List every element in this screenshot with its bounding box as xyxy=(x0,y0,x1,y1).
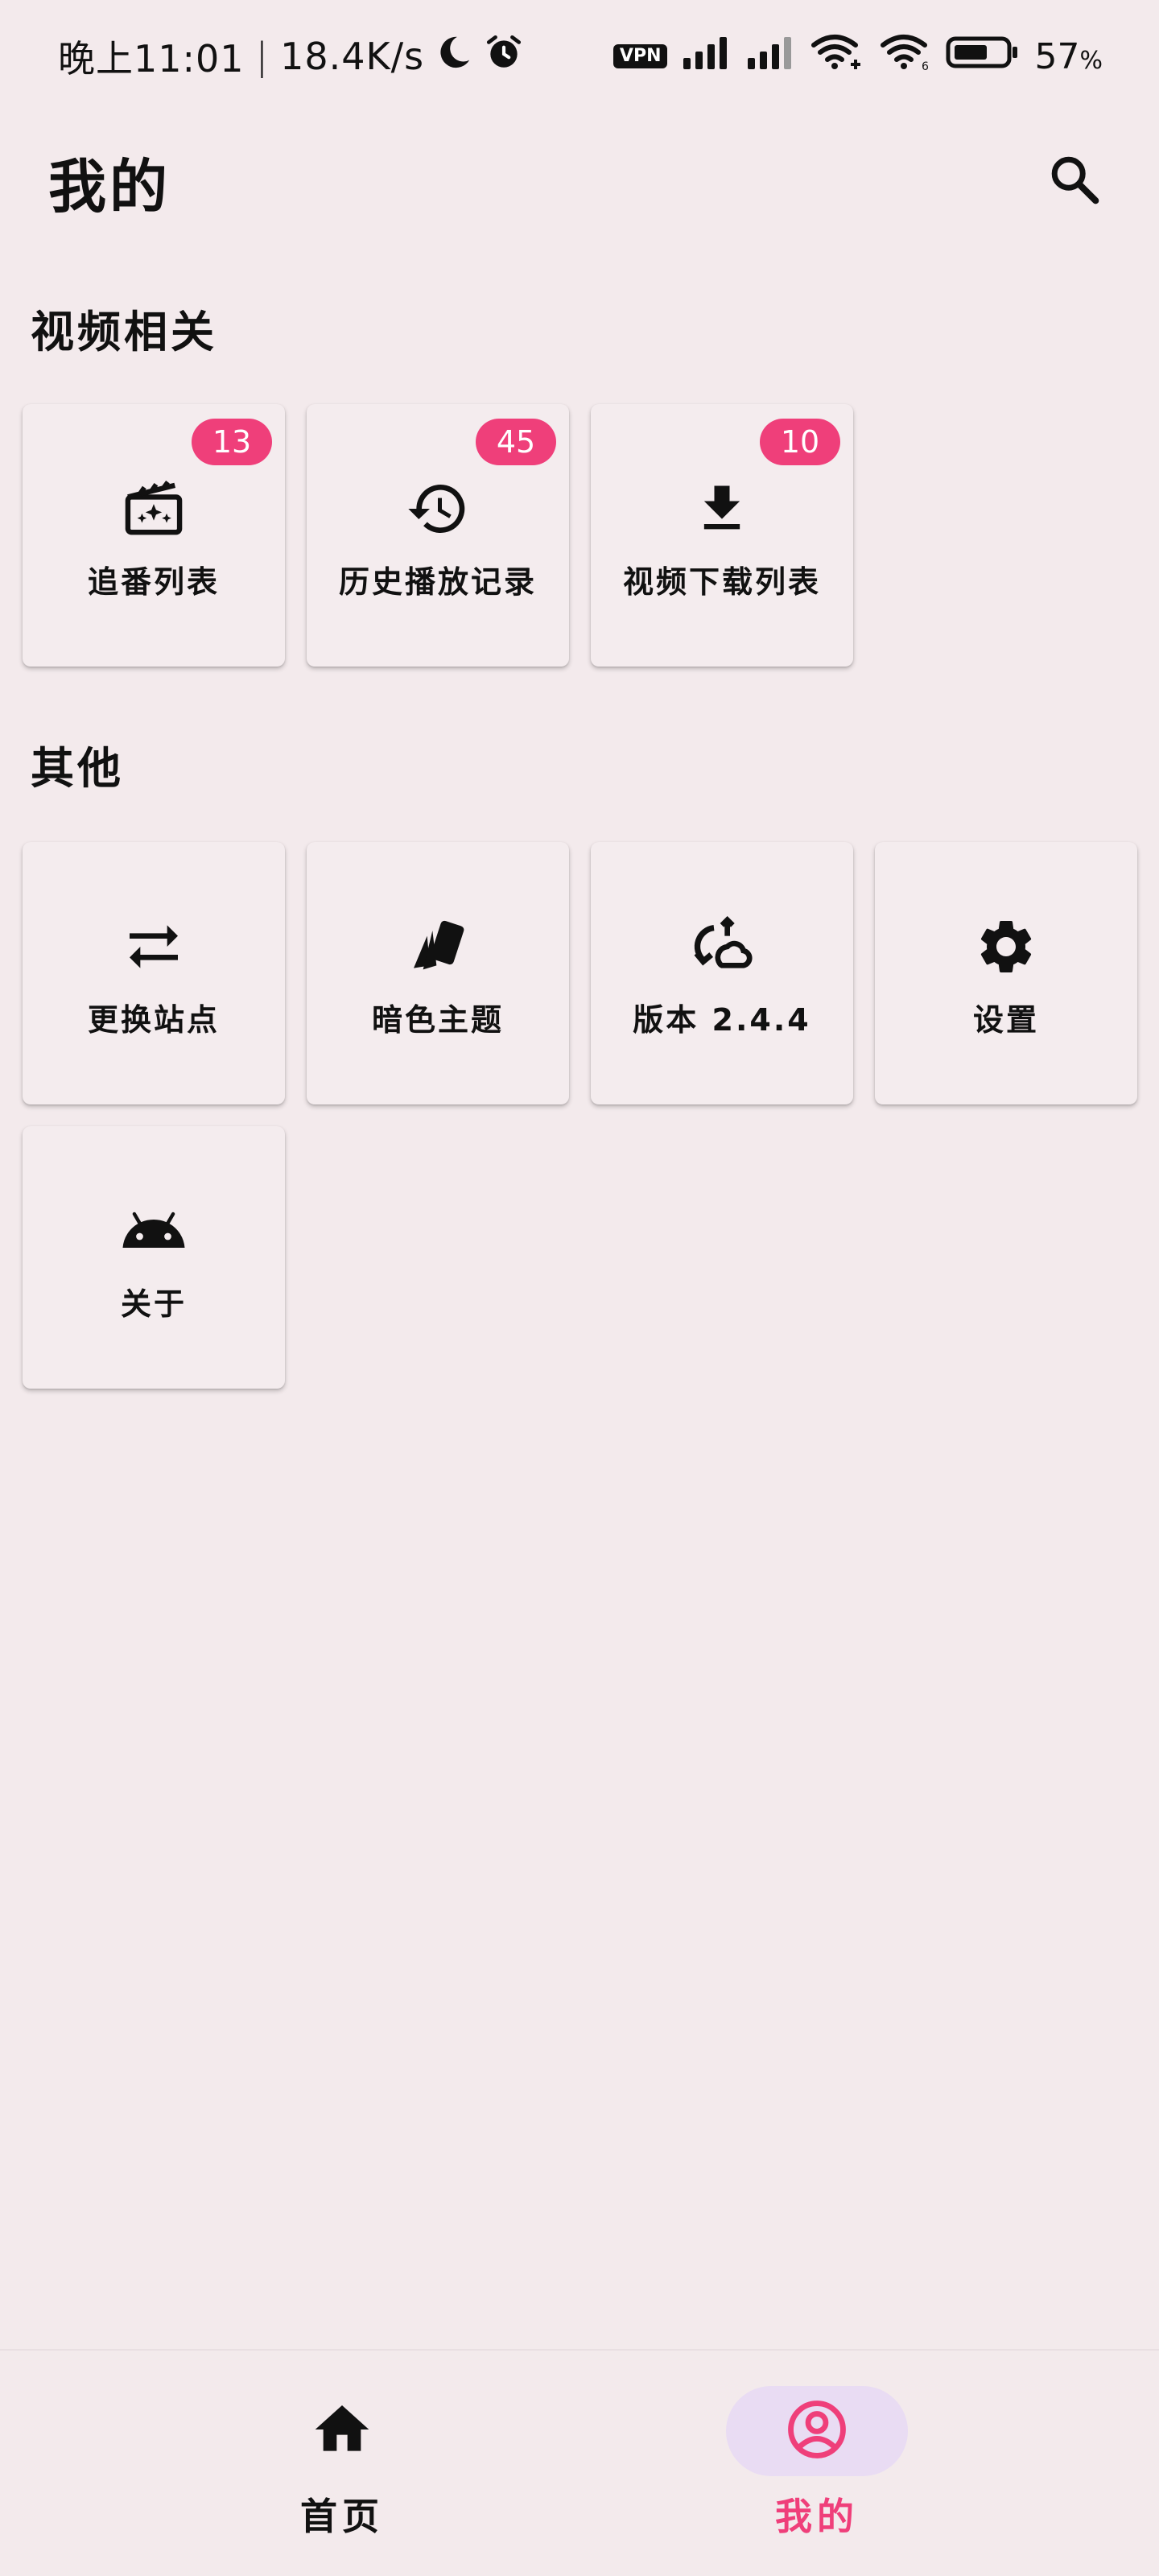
tile-dark-theme[interactable]: 暗色主题 xyxy=(307,842,569,1104)
tile-label: 视频下载列表 xyxy=(622,564,821,600)
tile-label: 暗色主题 xyxy=(371,1001,504,1038)
status-bar: 晚上11:01 | 18.4K/s VPN 6 57% xyxy=(0,0,1159,113)
tile-label: 关于 xyxy=(120,1286,187,1322)
section-title-video: 视频相关 xyxy=(31,307,217,357)
battery-percent: 57% xyxy=(1034,36,1103,77)
section-title-other: 其他 xyxy=(31,743,124,794)
history-badge: 45 xyxy=(476,419,556,465)
svg-text:6: 6 xyxy=(922,60,929,71)
status-left: 晚上11:01 | 18.4K/s xyxy=(58,30,524,83)
search-icon xyxy=(1046,151,1103,211)
alarm-icon xyxy=(484,32,524,81)
nav-label-mine: 我的 xyxy=(775,2495,859,2538)
vpn-badge: VPN xyxy=(612,44,668,68)
tile-downloads[interactable]: 10 视频下载列表 xyxy=(591,404,853,667)
android-icon xyxy=(120,1197,188,1265)
movie-sparkle-icon xyxy=(120,475,188,543)
moon-icon xyxy=(435,34,472,80)
nav-item-home[interactable]: 首页 xyxy=(181,2351,503,2576)
app-bar: 我的 xyxy=(0,129,1159,233)
tile-label: 追番列表 xyxy=(87,564,220,600)
nav-pill-home xyxy=(251,2386,433,2476)
battery-value: 57 xyxy=(1034,35,1080,77)
page-title: 我的 xyxy=(48,152,171,221)
gear-icon xyxy=(972,913,1040,980)
battery-icon xyxy=(946,35,1020,79)
tile-settings[interactable]: 设置 xyxy=(875,842,1137,1104)
status-separator: | xyxy=(255,35,270,78)
tile-label: 设置 xyxy=(972,1001,1039,1038)
bottom-nav: 首页 我的 xyxy=(0,2349,1159,2576)
status-time: 晚上11:01 xyxy=(58,37,245,80)
wifi-plus-icon xyxy=(810,34,865,80)
history-icon xyxy=(404,475,472,543)
status-speed: 18.4K/s xyxy=(280,35,425,78)
nav-item-mine[interactable]: 我的 xyxy=(656,2351,978,2576)
tile-label: 历史播放记录 xyxy=(338,564,537,600)
search-button[interactable] xyxy=(1038,145,1111,217)
account-circle-icon xyxy=(784,2396,850,2466)
downloads-badge: 10 xyxy=(760,419,840,465)
signal-icon-2 xyxy=(746,35,796,78)
tile-label: 更换站点 xyxy=(87,1001,220,1038)
signal-icon xyxy=(682,35,732,78)
favorites-badge: 13 xyxy=(192,419,272,465)
nav-pill-mine xyxy=(726,2386,908,2476)
tile-history[interactable]: 45 历史播放记录 xyxy=(307,404,569,667)
tile-version[interactable]: 版本 2.4.4 xyxy=(591,842,853,1104)
tile-about[interactable]: 关于 xyxy=(23,1126,285,1389)
tile-favorites[interactable]: 13 追番列表 xyxy=(23,404,285,667)
download-icon xyxy=(688,475,756,543)
tile-switch-site[interactable]: 更换站点 xyxy=(23,842,285,1104)
tile-label: 版本 2.4.4 xyxy=(633,1001,811,1038)
version-icon xyxy=(688,913,756,980)
swap-icon xyxy=(120,913,188,980)
wifi-6-icon: 6 xyxy=(880,34,931,80)
cards-icon xyxy=(404,913,472,980)
home-icon xyxy=(310,2397,374,2465)
status-right: VPN 6 57% xyxy=(612,34,1103,80)
battery-unit: % xyxy=(1079,46,1103,75)
nav-label-home: 首页 xyxy=(300,2495,384,2538)
